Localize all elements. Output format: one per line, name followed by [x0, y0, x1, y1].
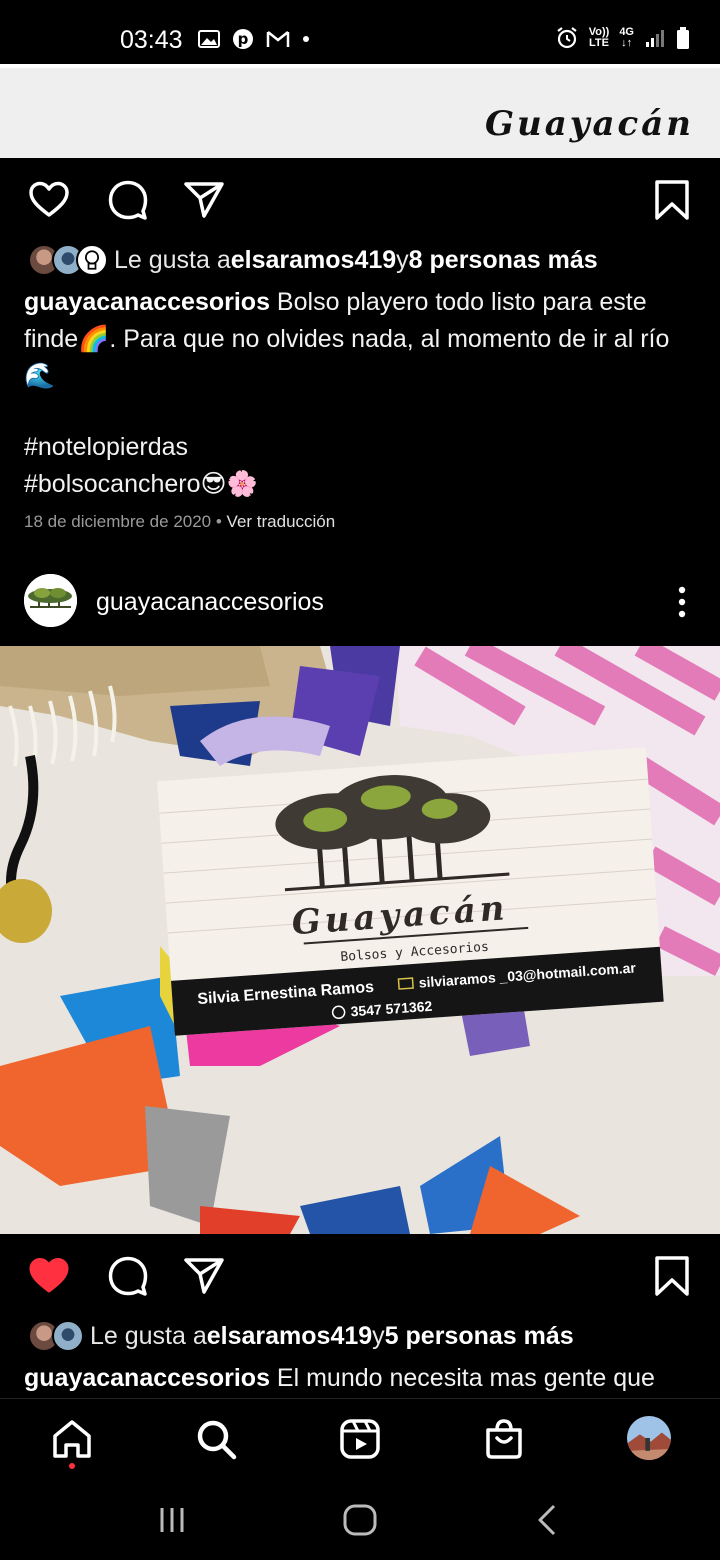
svg-text:p: p	[238, 30, 249, 48]
comment-icon[interactable]	[106, 178, 150, 222]
shop-icon[interactable]	[482, 1417, 526, 1461]
volte-indicator: Vo)) LTE	[588, 26, 610, 49]
post2-likes[interactable]: Le gusta a elsaramos419 y 5 personas más	[28, 1316, 574, 1356]
system-status-icons: Vo)) LTE 4G ↓↑	[555, 26, 690, 50]
reels-icon[interactable]	[338, 1417, 382, 1461]
caption-text: Bolso playero todo listo para este	[269, 288, 647, 316]
post-date: 18 de diciembre de 2020	[24, 512, 212, 531]
notification-dot	[69, 1463, 75, 1469]
signal-icon	[646, 30, 664, 47]
send-icon[interactable]	[182, 1254, 226, 1298]
notification-icons: p	[198, 28, 310, 50]
post2-image[interactable]: Guayacán Bolsos y Accesorios Silvia Erne…	[0, 646, 720, 1234]
avatar[interactable]	[24, 574, 77, 627]
pinterest-icon: p	[233, 29, 253, 49]
post-photo: Guayacán Bolsos y Accesorios Silvia Erne…	[0, 646, 720, 1234]
heart-icon[interactable]	[27, 178, 71, 222]
avatar	[52, 1320, 84, 1352]
post2-caption: guayacanaccesorios El mundo necesita mas…	[24, 1360, 694, 1397]
alarm-icon	[557, 27, 577, 49]
banner-logo: Guayacán	[484, 104, 694, 144]
liker-avatars	[28, 244, 108, 276]
liker-avatars	[28, 1320, 84, 1352]
dot-icon	[303, 36, 309, 42]
send-icon[interactable]	[182, 178, 226, 222]
likes-prefix: Le gusta a	[90, 1321, 207, 1350]
more-vertical-icon[interactable]	[674, 584, 690, 620]
network-gen: 4G ↓↑	[619, 26, 634, 49]
likes-middle: y	[372, 1321, 385, 1350]
hashtag[interactable]: #bolsocanchero😎🌸	[24, 466, 694, 503]
bookmark-icon[interactable]	[650, 1254, 694, 1298]
gmail-icon	[266, 31, 290, 47]
home-icon[interactable]	[50, 1417, 94, 1461]
post-username[interactable]: guayacanaccesorios	[96, 588, 324, 617]
caption-text: finde🌈. Para que no olvides nada, al mom…	[24, 325, 670, 353]
liker-username[interactable]: elsaramos419	[207, 1322, 372, 1351]
bookmark-icon[interactable]	[650, 178, 694, 222]
caption-text: 🌊	[24, 362, 56, 390]
system-nav-bar	[0, 1478, 720, 1560]
translate-link[interactable]: Ver traducción	[227, 512, 336, 531]
heart-icon[interactable]	[27, 1254, 71, 1298]
separator: •	[211, 512, 227, 531]
status-bar: 03:43 p Vo)) LTE 4G ↓↑	[0, 0, 720, 64]
profile-avatar[interactable]	[625, 1414, 673, 1462]
post1-caption: guayacanaccesorios Bolso playero todo li…	[24, 284, 694, 503]
post2-header: guayacanaccesorios	[0, 570, 720, 634]
caption-username[interactable]: guayacanaccesorios	[24, 1364, 270, 1392]
likes-others[interactable]: 8 personas más	[409, 246, 598, 275]
likes-middle: y	[396, 245, 409, 274]
recent-apps-icon[interactable]	[152, 1500, 192, 1540]
home-button-icon[interactable]	[340, 1500, 380, 1540]
liker-username[interactable]: elsaramos419	[231, 246, 396, 275]
likes-others[interactable]: 5 personas más	[385, 1322, 574, 1351]
post1-date: 18 de diciembre de 2020 • Ver traducción	[24, 512, 335, 532]
battery-icon	[677, 27, 689, 49]
gallery-icon	[198, 30, 220, 48]
bottom-nav	[0, 1398, 720, 1478]
caption-username[interactable]: guayacanaccesorios	[24, 288, 270, 316]
comment-icon[interactable]	[106, 1254, 150, 1298]
caption-text: El mundo necesita mas gente que	[269, 1364, 655, 1392]
previous-post-image[interactable]: Guayacán	[0, 64, 720, 158]
back-icon[interactable]	[528, 1500, 568, 1540]
status-time: 03:43	[120, 26, 183, 54]
search-icon[interactable]	[194, 1417, 238, 1461]
likes-prefix: Le gusta a	[114, 245, 231, 274]
post2-action-bar	[0, 1234, 720, 1314]
post1-action-bar	[0, 158, 720, 238]
hashtag[interactable]: #notelopierdas	[24, 429, 694, 466]
avatar	[76, 244, 108, 276]
post1-likes[interactable]: Le gusta a elsaramos419 y 8 personas más	[28, 240, 598, 280]
